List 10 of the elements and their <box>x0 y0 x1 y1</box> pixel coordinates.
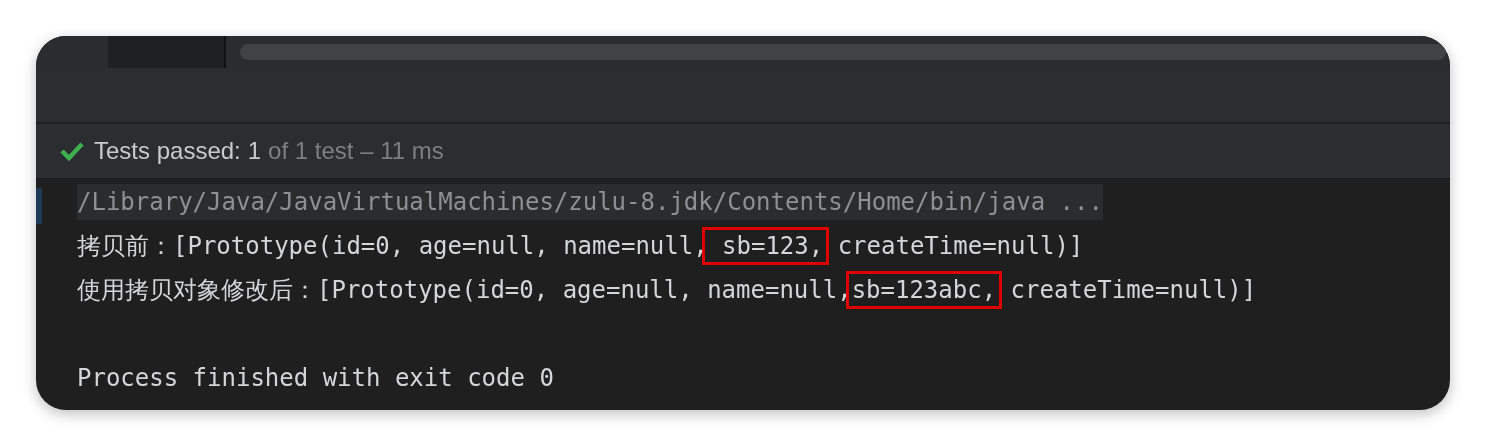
side-tab[interactable] <box>36 188 42 224</box>
console-text: createTime=null)] <box>1009 276 1257 304</box>
test-detail: of 1 test – 11 ms <box>268 137 444 165</box>
editor-tab[interactable] <box>108 36 226 68</box>
tests-passed-label: Tests passed: <box>94 137 241 165</box>
console-text: Process finished with exit code 0 <box>77 364 554 392</box>
test-count: 1 <box>247 137 262 165</box>
highlighted-output: sb=123, <box>701 227 830 265</box>
console-text: createTime=null)] <box>836 232 1084 260</box>
highlighted-output: sb=123abc, <box>845 271 1003 309</box>
